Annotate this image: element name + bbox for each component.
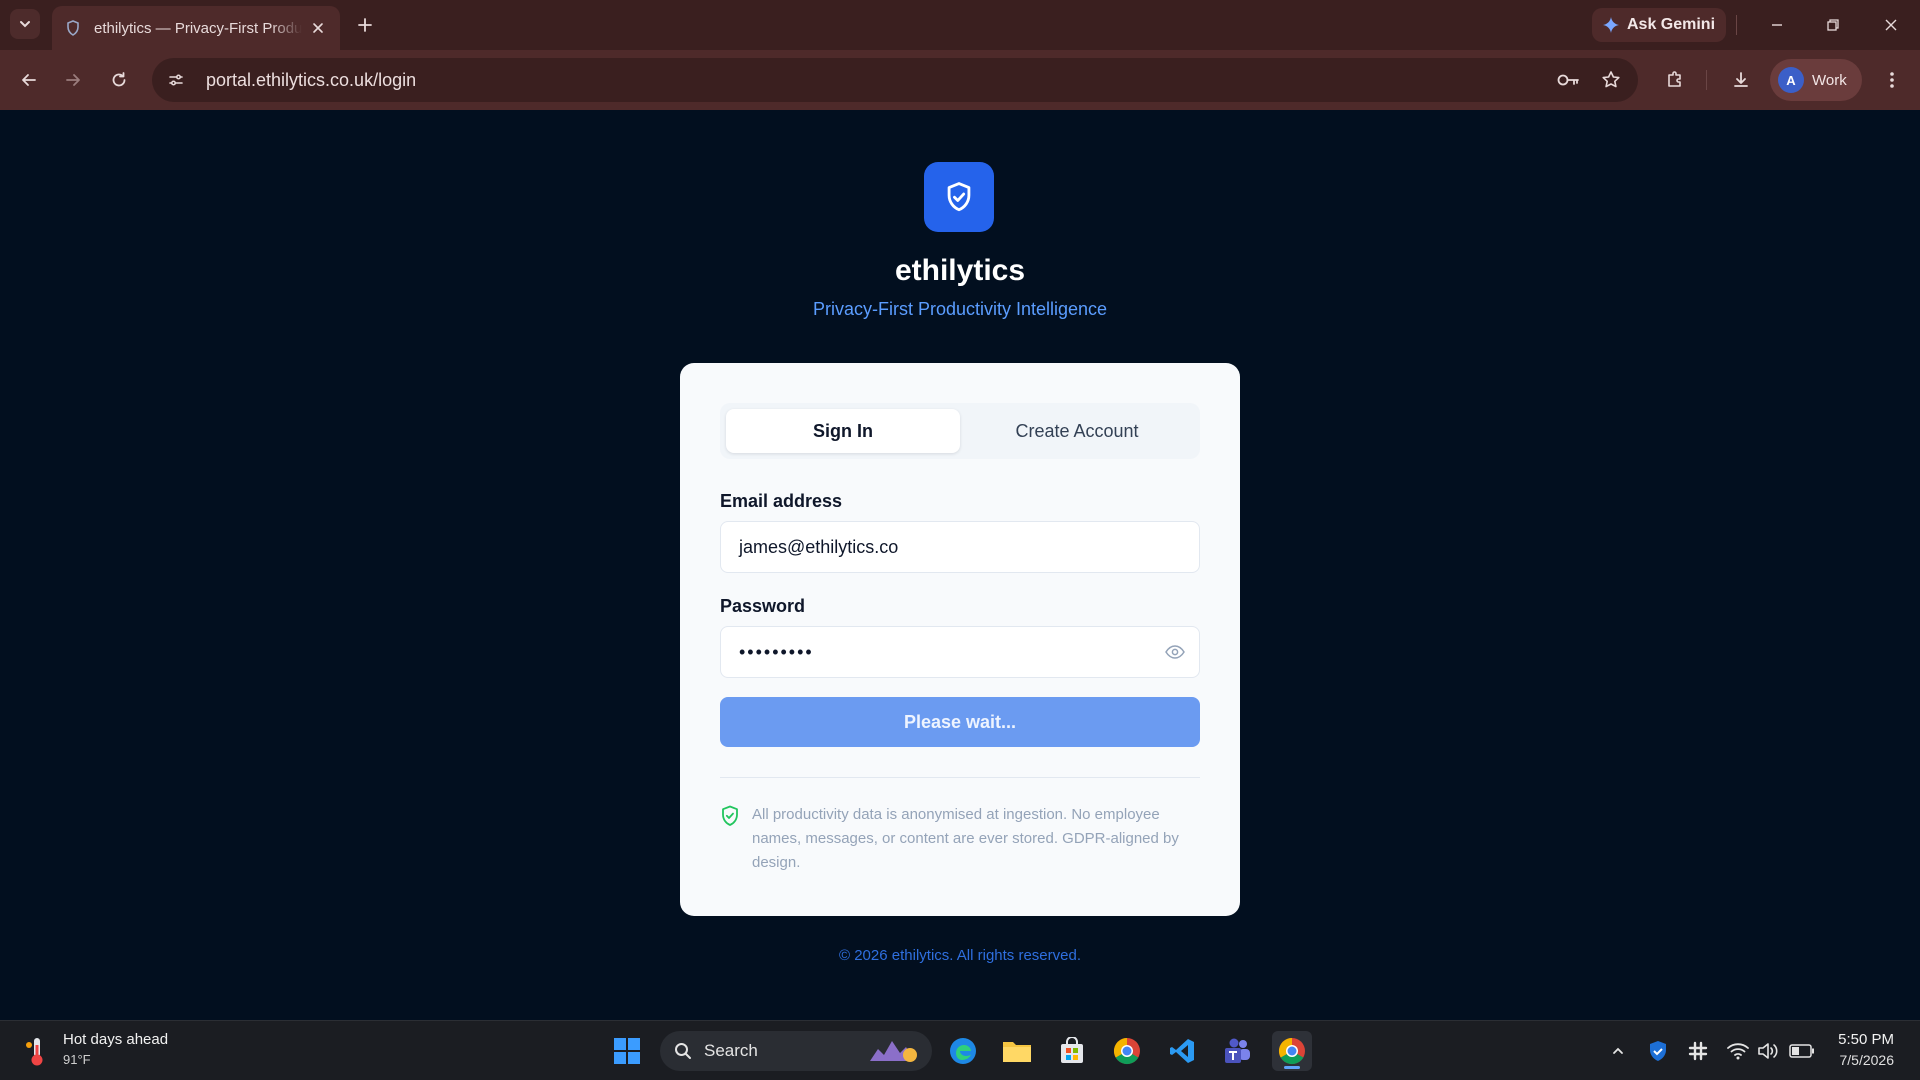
- vscode-icon: [1170, 1039, 1194, 1063]
- eye-icon[interactable]: [1163, 640, 1187, 664]
- windows-logo-icon: [614, 1038, 640, 1064]
- taskbar-search-label: Search: [704, 1041, 758, 1060]
- toolbar-separator: [1736, 15, 1737, 35]
- minimize-icon: [1772, 24, 1782, 26]
- plus-icon: [358, 18, 372, 32]
- tab-favicon-icon: [64, 19, 82, 37]
- profile-label: Work: [1812, 71, 1847, 89]
- wifi-icon[interactable]: [1726, 1039, 1750, 1063]
- email-value: james@ethilytics.co: [739, 536, 899, 557]
- brand-logo: [924, 162, 994, 232]
- reload-icon: [112, 72, 126, 87]
- password-key-icon[interactable]: [1554, 65, 1584, 95]
- teams-icon: [1225, 1038, 1250, 1063]
- brand-tagline: Privacy-First Productivity Intelligence: [812, 299, 1108, 319]
- gemini-sparkle-icon: [1602, 17, 1619, 33]
- reload-button[interactable]: [104, 65, 134, 95]
- arrow-right-icon: [66, 74, 80, 86]
- arrow-left-icon: [22, 74, 36, 86]
- extensions-button[interactable]: [1660, 65, 1690, 95]
- minimize-window-button[interactable]: [1762, 10, 1792, 40]
- login-card: Sign In Create Account Email address jam…: [680, 363, 1240, 916]
- address-bar[interactable]: portal.ethilytics.co.uk/login: [152, 58, 1638, 102]
- security-shield-icon[interactable]: [1646, 1039, 1670, 1063]
- search-highlight-icon: [870, 1041, 917, 1062]
- store-app[interactable]: [1052, 1031, 1092, 1071]
- password-value: •••••••••: [739, 641, 814, 662]
- email-label: Email address: [720, 491, 843, 511]
- close-icon: [1885, 19, 1897, 31]
- bookmark-star-icon[interactable]: [1596, 65, 1626, 95]
- chrome-icon: [1113, 1037, 1140, 1065]
- email-field[interactable]: james@ethilytics.co: [720, 521, 1200, 573]
- browser-tab[interactable]: ethilytics — Privacy-First Productivity …: [52, 6, 340, 50]
- volume-icon[interactable]: [1756, 1039, 1780, 1063]
- password-field[interactable]: •••••••••: [720, 626, 1200, 678]
- thermometer-icon[interactable]: [22, 1035, 52, 1067]
- password-label: Password: [720, 596, 806, 616]
- close-tab-icon[interactable]: [308, 18, 328, 38]
- tab-create-account[interactable]: Create Account: [960, 409, 1194, 453]
- browser-toolbar: portal.ethilytics.co.uk/login A Work: [0, 50, 1920, 110]
- restore-icon: [1827, 19, 1839, 31]
- clock-date[interactable]: 7/5/2026: [1840, 1052, 1895, 1068]
- folder-icon: [1003, 1042, 1031, 1062]
- taskbar: Hot days ahead 91°F Search 5:50 PM 7/5/2…: [0, 1020, 1920, 1080]
- store-icon: [1061, 1037, 1083, 1063]
- close-window-button[interactable]: [1876, 10, 1906, 40]
- downloads-button[interactable]: [1726, 65, 1756, 95]
- tab-search-button[interactable]: [10, 9, 40, 39]
- ask-gemini-label: Ask Gemini: [1626, 16, 1716, 33]
- file-explorer-app[interactable]: [997, 1031, 1037, 1071]
- restore-window-button[interactable]: [1818, 10, 1848, 40]
- slack-icon[interactable]: [1686, 1039, 1710, 1063]
- taskbar-search[interactable]: Search: [660, 1031, 932, 1071]
- ask-gemini-button[interactable]: Ask Gemini: [1592, 8, 1726, 42]
- site-info-icon[interactable]: [158, 62, 194, 98]
- browser-menu-button[interactable]: [1877, 65, 1907, 95]
- chrome-profile-app[interactable]: [1107, 1031, 1147, 1071]
- url-text[interactable]: portal.ethilytics.co.uk/login: [206, 70, 416, 91]
- puzzle-icon: [1668, 71, 1681, 87]
- new-tab-button[interactable]: [352, 12, 378, 38]
- teams-app[interactable]: [1217, 1031, 1257, 1071]
- download-icon: [1734, 72, 1748, 87]
- chevron-down-icon: [20, 21, 30, 28]
- submit-button[interactable]: Please wait...: [720, 697, 1200, 747]
- back-button[interactable]: [14, 65, 44, 95]
- edge-app[interactable]: [943, 1031, 983, 1071]
- chrome-work-app[interactable]: [1272, 1031, 1312, 1071]
- search-icon: [675, 1043, 691, 1059]
- weather-title[interactable]: Hot days ahead: [63, 1031, 168, 1048]
- weather-temp[interactable]: 91°F: [63, 1052, 91, 1067]
- brand-name: ethilytics: [894, 254, 1026, 287]
- tab-sign-in[interactable]: Sign In: [726, 409, 960, 453]
- edge-icon: [950, 1038, 976, 1064]
- avatar: A: [1778, 67, 1804, 93]
- auth-tabs: Sign In Create Account: [720, 403, 1200, 459]
- chrome-icon: [1278, 1037, 1305, 1065]
- profile-button[interactable]: A Work: [1770, 59, 1862, 101]
- tab-title: ethilytics — Privacy-First Productivity …: [94, 19, 302, 37]
- tray-overflow-chevron-up-icon[interactable]: [1606, 1039, 1630, 1063]
- shield-check-icon: [947, 182, 971, 212]
- page-footer: © 2026 ethilytics. All rights reserved.: [839, 947, 1081, 964]
- divider: [720, 777, 1200, 778]
- browser-tab-bar: ethilytics — Privacy-First Productivity …: [0, 0, 1920, 50]
- shield-check-icon: [722, 805, 738, 826]
- battery-icon[interactable]: [1788, 1039, 1816, 1063]
- forward-button[interactable]: [58, 65, 88, 95]
- toolbar-separator-2: [1706, 70, 1707, 90]
- active-app-indicator: [1284, 1066, 1300, 1069]
- start-button[interactable]: [607, 1031, 647, 1071]
- privacy-notice: All productivity data is anonymised at i…: [752, 806, 1179, 871]
- kebab-menu-icon: [1890, 72, 1894, 88]
- clock-time[interactable]: 5:50 PM: [1838, 1031, 1894, 1048]
- vscode-app[interactable]: [1162, 1031, 1202, 1071]
